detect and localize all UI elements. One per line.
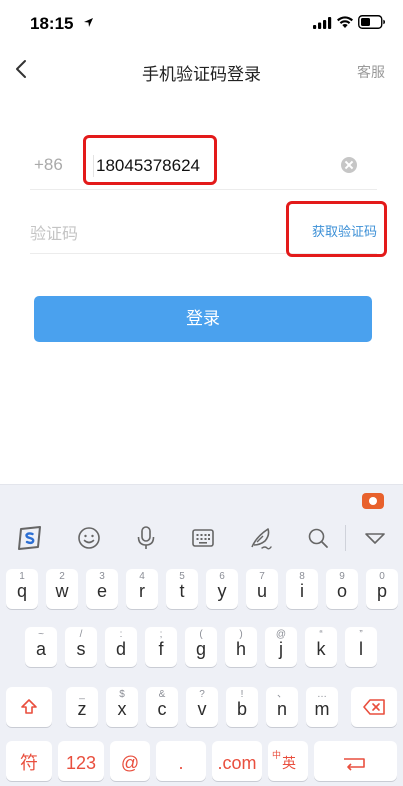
key-p[interactable]: 0p	[366, 569, 398, 609]
key-h[interactable]: ) h	[225, 627, 257, 667]
language-switch-key[interactable]: 中 英	[268, 741, 308, 781]
key-f[interactable]: ; f	[145, 627, 177, 667]
key-o[interactable]: 9o	[326, 569, 358, 609]
key-i[interactable]: 8i	[286, 569, 318, 609]
key-q[interactable]: 1q	[6, 569, 38, 609]
page-title: 手机验证码登录	[142, 65, 261, 85]
key-d[interactable]: :d	[105, 627, 137, 667]
soft-keyboard: 1q 2w 3e 4r 5t 6y 7u 8i 9o 0p ~ a / s :d ;…	[0, 484, 403, 786]
return-key[interactable]	[314, 741, 397, 781]
key-y[interactable]: 6y	[206, 569, 238, 609]
status-bar: 18:15	[0, 0, 403, 46]
key-t[interactable]: 5t	[166, 569, 198, 609]
delete-key[interactable]	[351, 687, 397, 727]
sogou-logo-icon[interactable]	[17, 525, 43, 551]
shift-icon	[21, 699, 37, 714]
key-e[interactable]: 3e	[86, 569, 118, 609]
cellular-signal-icon	[313, 17, 332, 29]
emoji-icon[interactable]	[76, 525, 102, 551]
battery-icon	[358, 15, 385, 29]
numbers-key[interactable]: 123	[58, 741, 104, 781]
search-icon[interactable]	[305, 525, 331, 551]
keyboard-toolbar	[0, 517, 403, 557]
get-code-highlight-box	[286, 201, 387, 257]
key-u[interactable]: 7u	[246, 569, 278, 609]
dot-key[interactable]: .	[156, 741, 206, 781]
collapse-keyboard-icon[interactable]	[362, 525, 388, 551]
key-n[interactable]: 、 n	[266, 687, 298, 727]
language-chinese-label: 中	[272, 750, 282, 760]
shift-key[interactable]	[6, 687, 52, 727]
handwriting-icon[interactable]	[248, 525, 274, 551]
language-english-label: 英	[282, 755, 296, 771]
at-key[interactable]: @	[110, 741, 150, 781]
key-b[interactable]: ! b	[226, 687, 258, 727]
key-z[interactable]: _ z	[66, 687, 98, 727]
keyboard-icon[interactable]	[190, 525, 216, 551]
key-c[interactable]: & c	[146, 687, 178, 727]
login-button[interactable]: 登录	[34, 296, 372, 342]
key-v[interactable]: ? v	[186, 687, 218, 727]
nav-bar: 手机验证码登录 客服	[0, 46, 403, 94]
verification-code-row: 验证码 获取验证码	[30, 201, 387, 257]
toolbar-divider	[345, 525, 346, 551]
microphone-icon[interactable]	[133, 525, 159, 551]
country-code-selector[interactable]: +86	[34, 155, 63, 175]
phone-row: +86 18045378624	[30, 135, 377, 190]
key-r[interactable]: 4r	[126, 569, 158, 609]
key-j[interactable]: @ j	[265, 627, 297, 667]
backspace-icon	[363, 699, 385, 715]
keyboard-skin-icon[interactable]	[362, 493, 384, 509]
key-k[interactable]: “k	[305, 627, 337, 667]
key-m[interactable]: … m	[306, 687, 338, 727]
location-arrow-icon	[84, 18, 93, 27]
customer-service-link[interactable]: 客服	[357, 62, 385, 82]
key-s[interactable]: / s	[65, 627, 97, 667]
key-g[interactable]: (g	[185, 627, 217, 667]
status-time: 18:15	[30, 14, 74, 33]
verification-code-input[interactable]: 验证码	[30, 220, 78, 244]
wifi-icon	[337, 16, 353, 28]
key-a[interactable]: ~ a	[25, 627, 57, 667]
symbol-key[interactable]: 符	[6, 741, 52, 781]
key-x[interactable]: $ x	[106, 687, 138, 727]
dotcom-key[interactable]: .com	[212, 741, 262, 781]
key-w[interactable]: 2w	[46, 569, 78, 609]
return-icon	[344, 758, 365, 771]
clear-input-icon[interactable]	[341, 157, 357, 173]
key-l[interactable]: ” l	[345, 627, 377, 667]
phone-highlight-box	[83, 135, 217, 185]
